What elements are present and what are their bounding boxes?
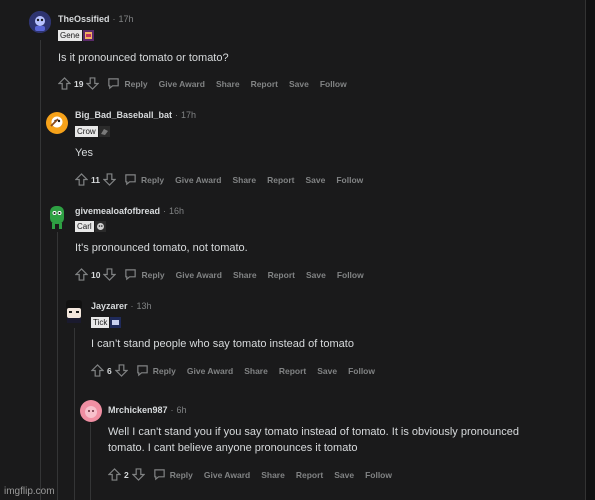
reply-icon[interactable] (107, 77, 120, 90)
username[interactable]: TheOssified (58, 14, 110, 24)
flair-label: Gene (58, 30, 82, 41)
timestamp[interactable]: 17h (181, 110, 196, 120)
report-button[interactable]: Report (251, 79, 278, 89)
save-button[interactable]: Save (317, 366, 337, 376)
separator: · (163, 206, 167, 216)
share-button[interactable]: Share (216, 79, 240, 89)
avatar[interactable] (29, 11, 51, 33)
vote-count: 11 (91, 174, 100, 185)
comment-actions: 10 Reply Give Award Share Report Save Fo… (75, 268, 375, 281)
thread-line-2 (57, 232, 58, 500)
user-flair: Gene (58, 30, 94, 41)
user-flair: Crow (75, 126, 110, 137)
user-flair: Carl (75, 221, 106, 232)
share-button[interactable]: Share (244, 366, 268, 376)
flair-emoji-icon (98, 126, 110, 137)
upvote-icon[interactable] (108, 468, 121, 481)
timestamp[interactable]: 16h (169, 206, 184, 216)
vote-count: 6 (107, 365, 112, 376)
upvote-icon[interactable] (75, 173, 88, 186)
separator: · (112, 14, 116, 24)
flair-label: Tick (91, 317, 110, 328)
avatar[interactable] (80, 400, 102, 422)
comment-body-line-1: Well I can't stand you if you say tomato… (108, 426, 519, 438)
reply-icon[interactable] (153, 468, 166, 481)
username[interactable]: Mrchicken987 (108, 405, 168, 415)
give-award-button[interactable]: Give Award (204, 470, 250, 480)
reply-button[interactable]: Reply (141, 270, 164, 280)
reply-button[interactable]: Reply (153, 366, 176, 376)
reply-button[interactable]: Reply (141, 175, 164, 185)
window-border (585, 0, 595, 500)
username[interactable]: Jayzarer (91, 301, 128, 311)
give-award-button[interactable]: Give Award (159, 79, 205, 89)
report-button[interactable]: Report (279, 366, 306, 376)
flair-label: Crow (75, 126, 98, 137)
thread-line-3 (74, 328, 75, 500)
timestamp[interactable]: 6h (177, 405, 187, 415)
downvote-icon[interactable] (114, 364, 128, 377)
downvote-icon[interactable] (103, 268, 117, 281)
comment-body: Yes (75, 147, 93, 159)
save-button[interactable]: Save (305, 175, 325, 185)
separator: · (170, 405, 174, 415)
vote-count: 10 (91, 269, 101, 280)
follow-button[interactable]: Follow (337, 270, 364, 280)
comment-body: I can’t stand people who say tomato inst… (91, 338, 354, 350)
comment-actions: 6 Reply Give Award Share Report Save Fol… (91, 364, 386, 377)
avatar[interactable] (62, 298, 84, 323)
avatar[interactable] (46, 204, 68, 229)
follow-button[interactable]: Follow (348, 366, 375, 376)
avatar[interactable] (46, 112, 68, 134)
save-button[interactable]: Save (306, 270, 326, 280)
comment-actions: 2 Reply Give Award Share Report Save Fol… (108, 468, 403, 481)
vote-count: 19 (74, 78, 84, 89)
thread-line-1 (40, 40, 41, 500)
flair-emoji-icon (82, 30, 94, 41)
save-button[interactable]: Save (334, 470, 354, 480)
flair-label: Carl (75, 221, 94, 232)
username[interactable]: Big_Bad_Baseball_bat (75, 110, 172, 120)
separator: · (175, 110, 179, 120)
reply-button[interactable]: Reply (170, 470, 193, 480)
follow-button[interactable]: Follow (336, 175, 363, 185)
comment-actions: 19 Reply Give Award Share Report Save Fo… (58, 77, 358, 90)
user-flair: Tick (91, 317, 122, 328)
watermark: imgflip.com (4, 486, 55, 497)
separator: · (130, 301, 134, 311)
downvote-icon[interactable] (131, 468, 145, 481)
report-button[interactable]: Report (268, 270, 295, 280)
downvote-icon[interactable] (103, 173, 116, 186)
vote-count: 2 (124, 469, 129, 480)
timestamp[interactable]: 17h (119, 14, 134, 24)
give-award-button[interactable]: Give Award (175, 175, 221, 185)
report-button[interactable]: Report (296, 470, 323, 480)
upvote-icon[interactable] (91, 364, 104, 377)
reply-button[interactable]: Reply (124, 79, 147, 89)
comment-actions: 11 Reply Give Award Share Report Save Fo… (75, 173, 374, 186)
reply-icon[interactable] (124, 268, 137, 281)
comment-body: Is it pronounced tomato or tomato? (58, 52, 229, 64)
upvote-icon[interactable] (58, 77, 71, 90)
thread-line-4 (90, 423, 91, 500)
follow-button[interactable]: Follow (365, 470, 392, 480)
comment-body: It's pronounced tomato, not tomato. (75, 242, 248, 254)
upvote-icon[interactable] (75, 268, 88, 281)
share-button[interactable]: Share (233, 270, 257, 280)
flair-emoji-icon (94, 221, 106, 232)
flair-emoji-icon (110, 317, 122, 328)
share-button[interactable]: Share (261, 470, 285, 480)
follow-button[interactable]: Follow (320, 79, 347, 89)
report-button[interactable]: Report (267, 175, 294, 185)
comment-body-line-2: tomato. I cant believe anyone pronounces… (108, 442, 358, 454)
give-award-button[interactable]: Give Award (187, 366, 233, 376)
reply-icon[interactable] (136, 364, 149, 377)
username[interactable]: givemealoafofbread (75, 206, 160, 216)
downvote-icon[interactable] (86, 77, 100, 90)
save-button[interactable]: Save (289, 79, 309, 89)
timestamp[interactable]: 13h (137, 301, 152, 311)
reply-icon[interactable] (124, 173, 137, 186)
share-button[interactable]: Share (232, 175, 256, 185)
give-award-button[interactable]: Give Award (176, 270, 222, 280)
